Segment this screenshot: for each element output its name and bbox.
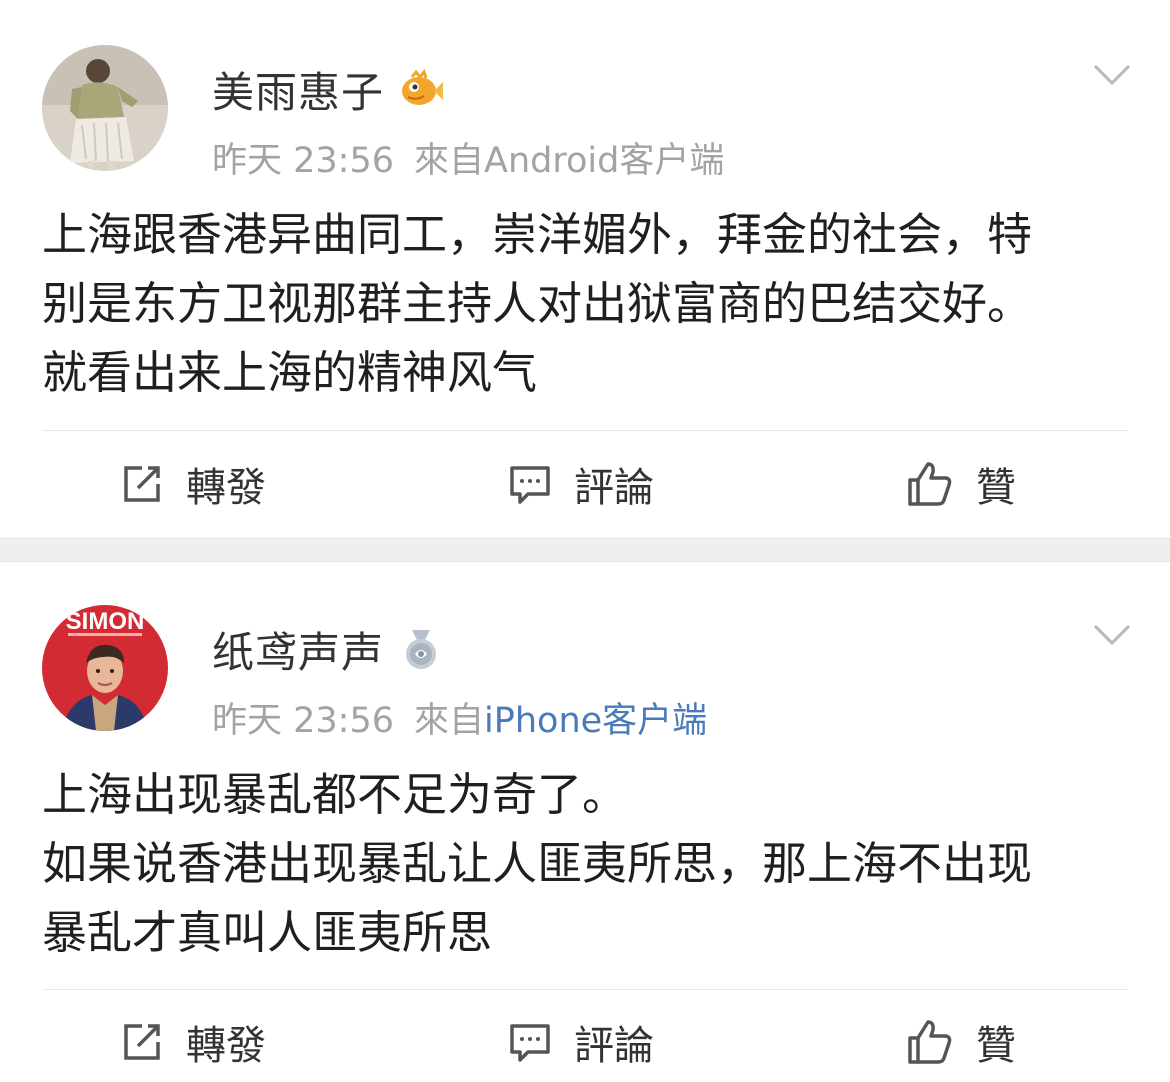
comment-label: 評論 [574, 1023, 654, 1069]
thumbs-up-icon [908, 1020, 952, 1064]
action-bar: 轉發 評論 贊 [0, 432, 1170, 536]
username[interactable]: 纸鸢声声 [212, 619, 384, 680]
medal-badge-icon[interactable] [398, 626, 444, 672]
divider [42, 430, 1128, 431]
repost-button[interactable]: 轉發 [120, 990, 266, 1082]
avatar-text: SIMON [66, 608, 145, 635]
post-content[interactable]: 上海出现暴乱都不足为奇了。 如果说香港出现暴乱让人匪夷所思，那上海不出现 暴乱才… [42, 760, 1132, 967]
like-button[interactable]: 贊 [906, 990, 1016, 1082]
source-client[interactable]: Android客户端 [484, 141, 724, 181]
action-bar: 轉發 評論 贊 [0, 990, 1170, 1082]
repost-icon [124, 466, 160, 502]
comment-icon [510, 466, 550, 504]
avatar[interactable]: SIMON [42, 605, 168, 731]
comment-icon [510, 1024, 550, 1062]
repost-button[interactable]: 轉發 [120, 432, 266, 536]
weibo-post: 美雨惠子 昨天 23:56 來自Android客户端 上海跟香港异曲同工，崇洋媚外… [0, 0, 1170, 538]
content-line: 就看出来上海的精神风气 [42, 346, 538, 399]
like-button[interactable]: 贊 [906, 432, 1016, 536]
content-line: 上海出现暴乱都不足为奇了。 [42, 768, 628, 821]
comment-button[interactable]: 評論 [508, 990, 654, 1082]
chevron-down-icon[interactable] [1092, 62, 1132, 88]
weibo-post: SIMON 纸鸢声声 昨天 23:56 來自iPhone客户端 上海出现暴乱都不足… [0, 562, 1170, 1082]
thumbs-up-icon [908, 462, 952, 506]
post-meta: 昨天 23:56 來自iPhone客户端 [212, 692, 707, 743]
source-client[interactable]: iPhone客户端 [484, 701, 707, 741]
post-time: 昨天 23:56 [212, 701, 394, 741]
username[interactable]: 美雨惠子 [212, 59, 384, 120]
content-line: 上海跟香港异曲同工，崇洋媚外，拜金的社会，特 [42, 208, 1033, 261]
fish-badge-icon[interactable] [398, 66, 444, 112]
content-line: 如果说香港出现暴乱让人匪夷所思，那上海不出现 [42, 837, 1033, 890]
avatar[interactable] [42, 45, 168, 171]
post-separator [0, 538, 1170, 562]
username-row: 纸鸢声声 [212, 622, 444, 677]
post-meta: 昨天 23:56 來自Android客户端 [212, 132, 724, 183]
repost-label: 轉發 [186, 465, 266, 511]
source-prefix: 來自 [414, 141, 485, 181]
post-content[interactable]: 上海跟香港异曲同工，崇洋媚外，拜金的社会，特 别是东方卫视那群主持人对出狱富商的… [42, 200, 1132, 407]
comment-label: 評論 [574, 465, 654, 511]
like-label: 贊 [976, 1023, 1016, 1069]
source-prefix: 來自 [414, 701, 485, 741]
chevron-down-icon[interactable] [1092, 622, 1132, 648]
comment-button[interactable]: 評論 [508, 432, 654, 536]
repost-icon [124, 1024, 160, 1060]
like-label: 贊 [976, 465, 1016, 511]
username-row: 美雨惠子 [212, 62, 444, 117]
repost-label: 轉發 [186, 1023, 266, 1069]
post-time: 昨天 23:56 [212, 141, 394, 181]
content-line: 暴乱才真叫人匪夷所思 [42, 906, 493, 959]
content-line: 别是东方卫视那群主持人对出狱富商的巴结交好。 [42, 277, 1033, 330]
